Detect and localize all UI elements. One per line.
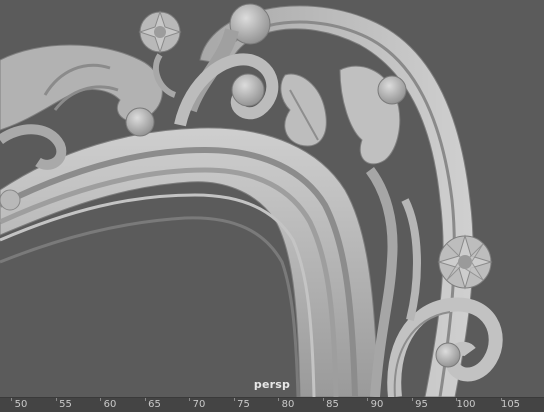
frame-bevel-3 bbox=[0, 193, 316, 397]
timeline-tick-mark bbox=[144, 398, 146, 401]
timeline-tick-label: 70 bbox=[192, 399, 206, 410]
timeline-tick-label: 85 bbox=[326, 399, 339, 410]
timeline-tick-label: 65 bbox=[148, 399, 161, 410]
camera-name-label: persp bbox=[253, 378, 291, 391]
timeline-tick-label: 100 bbox=[456, 399, 476, 410]
timeline-tick-mark bbox=[411, 398, 413, 401]
timeline-tick-mark bbox=[233, 398, 235, 401]
timeline-tick-label: 50 bbox=[14, 399, 28, 410]
timeline-tick-mark bbox=[367, 398, 368, 401]
rosette-right bbox=[437, 234, 493, 290]
timeline-tick-label: 95 bbox=[415, 399, 428, 410]
scroll-ball-center bbox=[231, 73, 265, 107]
timeline-tick-mark bbox=[322, 398, 324, 401]
timeline-tick-label: 80 bbox=[281, 399, 295, 410]
scroll-ball-left bbox=[125, 107, 155, 137]
timeline-ruler[interactable]: 50 55 60 65 70 75 80 85 90 95 100 105 bbox=[0, 397, 544, 412]
timeline-tick-mark bbox=[278, 398, 279, 401]
timeline-tick-mark bbox=[55, 398, 57, 401]
timeline-tick-label: 90 bbox=[370, 399, 384, 410]
acanthus-center bbox=[280, 73, 327, 147]
frame-inner-edge bbox=[0, 216, 300, 397]
timeline-tick-label: 105 bbox=[500, 399, 521, 410]
timeline-tick-label: 75 bbox=[237, 399, 250, 410]
timeline-tick-mark bbox=[100, 398, 101, 401]
timeline-tick-label: 60 bbox=[103, 399, 117, 410]
scroll-ball-right bbox=[377, 75, 407, 105]
timeline-tick-label: 55 bbox=[59, 399, 72, 410]
timeline-tick-mark bbox=[189, 398, 190, 401]
timeline-tick-mark bbox=[11, 398, 12, 401]
ornate-frame-model bbox=[0, 3, 503, 397]
rosette-top bbox=[138, 10, 182, 54]
3d-viewport[interactable]: persp bbox=[0, 0, 544, 411]
